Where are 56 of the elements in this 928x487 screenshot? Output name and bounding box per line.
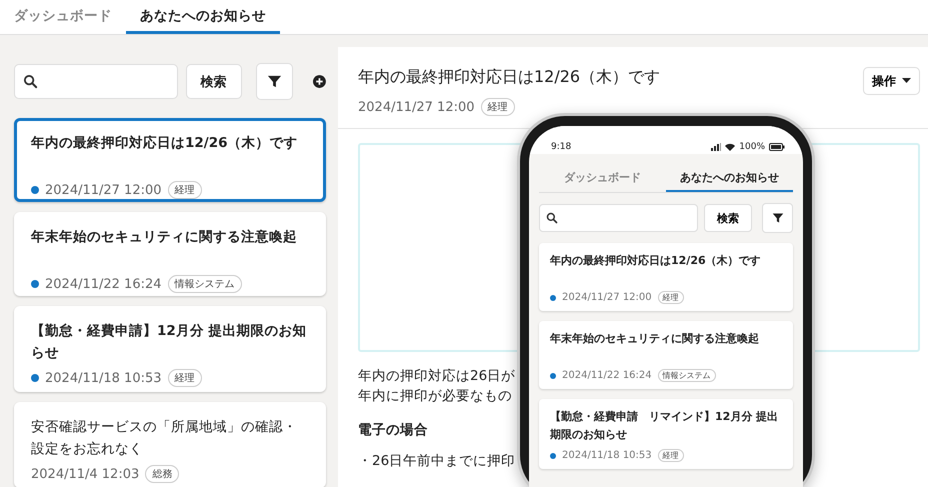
search-icon — [546, 212, 558, 224]
filter-icon — [266, 74, 282, 89]
notice-title: 年内の最終押印対応日は12/26（木）です — [31, 134, 299, 153]
search-button[interactable]: 検索 — [704, 204, 752, 232]
filter-button[interactable] — [256, 63, 294, 100]
notice-date: 2024/11/22 16:24 — [45, 276, 162, 292]
wifi-icon — [725, 143, 736, 151]
notice-card[interactable]: 【勤怠・経費申請 リマインド】12月分 提出期限のお知らせ 2024/11/18 10:53 経理 — [539, 399, 793, 470]
search-field[interactable] — [14, 64, 178, 99]
notice-card[interactable]: 年末年始のセキュリティに関する注意喚起 2024/11/22 16:24 情報システム — [14, 212, 326, 296]
notice-title: 年内の最終押印対応日は12/26（木）です — [550, 253, 762, 269]
caret-icon — [902, 78, 911, 84]
notice-date: 2024/11/22 16:24 — [562, 370, 652, 381]
category-tag: 経理 — [658, 449, 684, 462]
notice-heading: 年内の最終押印対応日は12/26（木）です — [358, 67, 660, 88]
actions-button[interactable]: 操作 — [863, 67, 920, 95]
notice-card[interactable]: 年末年始のセキュリティに関する注意喚起 2024/11/22 16:24 情報システム — [539, 321, 793, 389]
category-tag: 情報システム — [168, 275, 242, 293]
section-heading: 電子の場合 — [358, 420, 428, 438]
signal-icon — [711, 143, 722, 151]
body-text: 年内に押印が必要なもの — [358, 387, 512, 406]
category-tag: 総務 — [145, 465, 180, 483]
notice-title: 【勤怠・経費申請 リマインド】12月分 提出期限のお知らせ — [550, 409, 780, 443]
tab[interactable]: あなたへのお知らせ — [126, 0, 280, 34]
notice-title: 年末年始のセキュリティに関する注意喚起 — [550, 331, 760, 347]
category-tag: 経理 — [658, 291, 684, 304]
category-tag: 経理 — [168, 181, 202, 199]
tab[interactable]: あなたへのお知らせ — [666, 164, 793, 192]
search-button[interactable]: 検索 — [186, 64, 242, 99]
notice-title: 年末年始のセキュリティに関する注意喚起 — [31, 228, 298, 247]
category-tag: 情報システム — [658, 369, 716, 382]
notice-card[interactable]: 安否確認サービスの「所属地域」の確認・設定をお忘れなく 2024/11/4 12:03 総務 — [14, 402, 326, 487]
notice-date: 2024/11/18 10:53 — [562, 450, 652, 462]
notice-date: 2024/11/18 10:53 — [45, 370, 162, 386]
notice-card[interactable]: 【勤怠・経費申請】12月分 提出期限のお知らせ 2024/11/18 10:53 経理 — [14, 306, 326, 392]
notice-title: 安否確認サービスの「所属地域」の確認・設定をお忘れなく — [31, 418, 298, 457]
add-icon[interactable] — [313, 75, 326, 88]
notice-date: 2024/11/4 12:03 — [31, 466, 140, 482]
battery-icon — [769, 143, 785, 151]
filter-icon — [772, 212, 784, 224]
body-text: 年内の押印対応は26日が — [358, 367, 516, 386]
filter-button[interactable] — [762, 203, 793, 233]
notice-card[interactable]: 年内の最終押印対応日は12/26（木）です 2024/11/27 12:00 経理 — [14, 118, 326, 202]
tab[interactable]: ダッシュボード — [0, 0, 126, 34]
notice-title: 【勤怠・経費申請】12月分 提出期限のお知らせ — [31, 322, 308, 361]
notice-card[interactable]: 年内の最終押印対応日は12/26（木）です 2024/11/27 12:00 経理 — [539, 243, 793, 311]
search-field[interactable] — [539, 204, 698, 232]
notice-date: 2024/11/27 12:00 — [358, 100, 475, 114]
notice-date: 2024/11/27 12:00 — [562, 292, 652, 303]
category-tag: 経理 — [480, 98, 515, 116]
status-time: 9:18 — [551, 142, 572, 152]
battery-percentage: 100% — [739, 142, 765, 152]
bullet-text: ・26日午前中までに押印 — [358, 452, 516, 470]
category-tag: 経理 — [168, 369, 202, 387]
notice-date: 2024/11/27 12:00 — [45, 182, 162, 198]
search-icon — [23, 74, 38, 89]
